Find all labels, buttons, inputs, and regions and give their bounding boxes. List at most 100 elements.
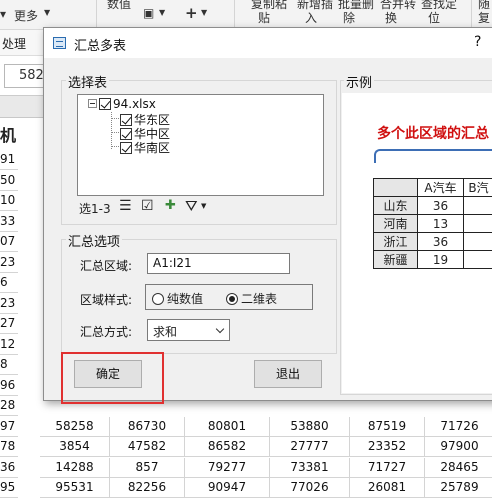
add-file-icon[interactable]: ✚ xyxy=(165,198,176,213)
tree-file-label: 94.xlsx xyxy=(113,97,156,111)
grid-cell[interactable]: 53880 xyxy=(270,417,350,437)
region-input[interactable]: A1:I21 xyxy=(147,253,290,274)
lookup-button-line2[interactable]: 位 xyxy=(428,9,440,26)
row-label: 36 xyxy=(0,458,18,478)
more-button[interactable]: 更多 xyxy=(14,7,38,24)
summary-options-group-label: 汇总选项 xyxy=(66,231,122,250)
exit-button[interactable]: 退出 xyxy=(254,360,322,388)
grid-cell[interactable]: 26081 xyxy=(350,478,425,498)
select-table-group-label: 选择表 xyxy=(66,72,109,91)
ribbon: ▾ 更多 ▼ 数值 ▣ ▼ + ▼ 复制粘 贴 新增插 入 批量删 除 合并转 … xyxy=(0,0,492,30)
tree-node-file[interactable]: 94.xlsx xyxy=(88,97,156,111)
grid-cell[interactable]: 23352 xyxy=(350,437,425,457)
example-cell: 19 xyxy=(418,251,464,269)
value-button[interactable]: 数值 xyxy=(107,0,131,12)
copy-paste-button-line2[interactable]: 贴 xyxy=(258,9,270,26)
grid-cell[interactable]: 80801 xyxy=(185,417,270,437)
grid-cell[interactable]: 95531 xyxy=(40,478,110,498)
add-icon[interactable]: + xyxy=(185,4,198,22)
check-all-icon[interactable]: ☑ xyxy=(141,198,154,214)
example-cell: B汽 xyxy=(464,179,492,197)
grid-cell[interactable]: 14288 xyxy=(40,458,110,478)
example-cell xyxy=(464,215,492,233)
chevron-down-icon: ▼ xyxy=(44,8,50,17)
example-row: 河南13 xyxy=(374,215,492,233)
row-label: 8 xyxy=(0,355,18,375)
edit-icon[interactable]: ▣ xyxy=(143,6,154,20)
region-label: 汇总区域: xyxy=(80,257,132,274)
grid-cell[interactable]: 73381 xyxy=(270,458,350,478)
row-label: 6 xyxy=(0,273,18,293)
grid-cell[interactable]: 47582 xyxy=(110,437,185,457)
grid-cell[interactable]: 25789 xyxy=(425,478,492,498)
grid-cell[interactable]: 79277 xyxy=(185,458,270,478)
row-label: 78 xyxy=(0,437,18,457)
bulk-delete-button-line2[interactable]: 除 xyxy=(343,9,355,26)
ribbon-divider xyxy=(96,0,97,30)
example-panel: 多个此区域的汇总 A汽车B汽山东36河南13浙江36新疆19 xyxy=(342,93,492,393)
tree-connector xyxy=(111,146,119,147)
example-cell xyxy=(374,179,418,197)
grid-cell[interactable]: 82256 xyxy=(110,478,185,498)
grid-cell[interactable]: 90947 xyxy=(185,478,270,498)
select-range-button[interactable]: 选1-3 xyxy=(79,200,111,217)
grid-cell[interactable]: 87519 xyxy=(350,417,425,437)
radio-selected-icon[interactable] xyxy=(226,293,238,305)
new-insert-button-line2[interactable]: 入 xyxy=(305,9,317,26)
row-label: 95 xyxy=(0,478,18,498)
grid-cell[interactable]: 27777 xyxy=(270,437,350,457)
tree-node-sheet[interactable]: 华南区 xyxy=(120,139,170,156)
example-cell: 新疆 xyxy=(374,251,418,269)
checkbox-checked-icon[interactable] xyxy=(120,142,132,154)
row-label: 33 xyxy=(0,212,18,232)
name-box[interactable]: 582 xyxy=(4,64,44,88)
checkbox-checked-icon[interactable] xyxy=(99,98,111,110)
example-table: A汽车B汽山东36河南13浙江36新疆19 xyxy=(373,178,492,269)
more-dropdown-icon[interactable]: ▾ xyxy=(0,7,6,21)
method-select-value: 求和 xyxy=(153,325,177,339)
row-label: 27 xyxy=(0,314,18,334)
tree-sheet-label: 华南区 xyxy=(134,141,170,155)
row-label: 23 xyxy=(0,253,18,273)
grid-cell[interactable]: 857 xyxy=(110,458,185,478)
example-cell: 13 xyxy=(418,215,464,233)
radio-plain-values-label: 纯数值 xyxy=(167,292,203,306)
example-cell: A汽车 xyxy=(418,179,464,197)
example-cell: 浙江 xyxy=(374,233,418,251)
sheet-tree[interactable]: 94.xlsx 华东区 华中区 华南区 xyxy=(77,94,324,196)
chevron-down-icon[interactable] xyxy=(216,325,224,333)
grid-cell[interactable]: 86730 xyxy=(110,417,185,437)
style-radio-group: 纯数值 二维表 xyxy=(145,284,313,310)
row-label: 50 xyxy=(0,171,18,191)
grid-cell[interactable]: 71726 xyxy=(425,417,492,437)
brace-graphic xyxy=(374,149,492,163)
dialog-titlebar[interactable]: 汇总多表 ? xyxy=(44,28,492,58)
grid-cell[interactable]: 58258 xyxy=(40,417,110,437)
process-label: 处理 xyxy=(2,35,26,52)
list-icon[interactable]: ☰ xyxy=(119,198,132,214)
radio-2d-table[interactable]: 二维表 xyxy=(226,290,277,307)
grid-cell[interactable]: 3854 xyxy=(40,437,110,457)
help-button[interactable]: ? xyxy=(474,34,481,50)
radio-icon[interactable] xyxy=(152,293,164,305)
grid-cell[interactable]: 77026 xyxy=(270,478,350,498)
ok-button[interactable]: 确定 xyxy=(74,360,142,388)
method-select[interactable]: 求和 xyxy=(147,319,230,341)
extra-button-line2[interactable]: 复 xyxy=(478,9,490,26)
tree-connector xyxy=(111,118,119,119)
example-cell: 河南 xyxy=(374,215,418,233)
collapse-icon[interactable] xyxy=(88,99,97,108)
filter-icon[interactable]: ⛛ xyxy=(185,197,198,215)
grid-cell[interactable]: 86582 xyxy=(185,437,270,457)
merge-convert-button-line2[interactable]: 换 xyxy=(385,9,397,26)
radio-plain-values[interactable]: 纯数值 xyxy=(152,290,203,307)
example-row: 浙江36 xyxy=(374,233,492,251)
summary-dialog: 汇总多表 ? 选择表 94.xlsx 华东区 华中区 华南区 选1-3 ☰ ☑ … xyxy=(43,27,492,401)
example-cell xyxy=(464,197,492,215)
chevron-down-icon[interactable]: ▼ xyxy=(201,202,206,210)
grid-cell[interactable]: 28465 xyxy=(425,458,492,478)
row-label: 91 xyxy=(0,150,18,170)
grid-cell[interactable]: 97900 xyxy=(425,437,492,457)
example-group-label: 示例 xyxy=(344,72,374,91)
grid-cell[interactable]: 71727 xyxy=(350,458,425,478)
